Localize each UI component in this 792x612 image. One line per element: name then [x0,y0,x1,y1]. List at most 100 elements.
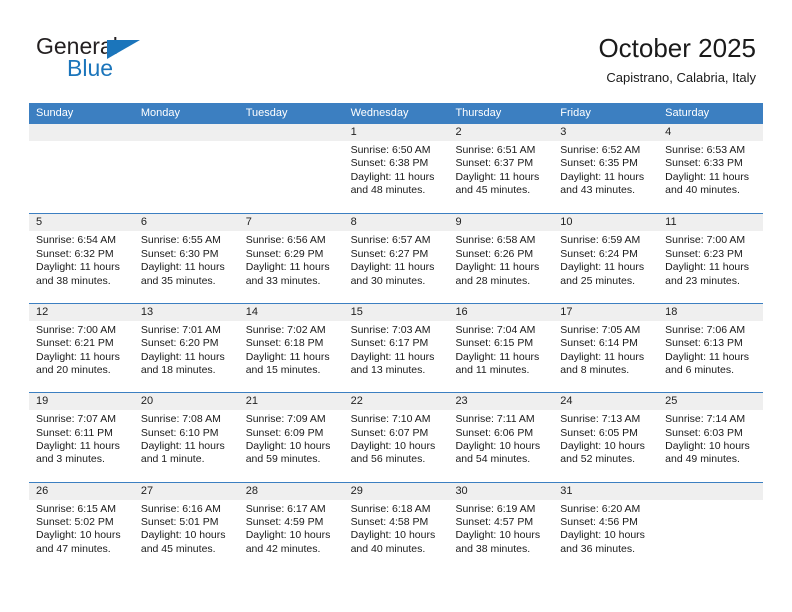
calendar-day-cell[interactable]: 16 Sunrise: 7:04 AM Sunset: 6:15 PM Dayligh… [448,303,554,393]
calendar-day-cell[interactable]: 10 Sunrise: 6:59 AM Sunset: 6:24 PM Dayligh… [553,214,659,303]
day-number [658,482,764,500]
day-detail-line: and 40 minutes. [350,542,426,555]
calendar-day-cell[interactable]: 30 Sunrise: 6:19 AM Sunset: 4:57 PM Dayligh… [448,482,554,571]
day-detail-line: Sunrise: 7:09 AM [245,413,326,426]
day-detail-line: Daylight: 10 hours [455,529,541,542]
day-detail-line: Sunset: 6:38 PM [350,157,429,170]
calendar-day-cell[interactable]: 17 Sunrise: 7:05 AM Sunset: 6:14 PM Dayligh… [553,303,659,393]
day-detail-line: Sunset: 5:02 PM [36,515,114,528]
day-detail-line: and 38 minutes. [455,542,531,555]
day-detail-line: and 43 minutes. [560,184,636,197]
calendar-day-cell[interactable]: 24 Sunrise: 7:13 AM Sunset: 6:05 PM Dayligh… [553,393,659,482]
day-details: Sunrise: 7:13 AM Sunset: 6:05 PM Daylight:… [553,410,658,467]
calendar-day-cell[interactable]: 25 Sunrise: 7:14 AM Sunset: 6:03 PM Dayligh… [658,393,764,482]
calendar-day-cell[interactable]: 20 Sunrise: 7:08 AM Sunset: 6:10 PM Dayligh… [133,393,239,482]
day-detail-line: Sunrise: 6:16 AM [140,502,221,515]
calendar-day-cell[interactable]: 2 Sunrise: 6:51 AM Sunset: 6:37 PM Daylight… [448,124,554,214]
day-details: Sunrise: 7:03 AM Sunset: 6:17 PM Daylight:… [344,321,449,378]
day-detail-line: and 35 minutes. [140,274,216,287]
calendar-day-cell[interactable]: 12 Sunrise: 7:00 AM Sunset: 6:21 PM Dayligh… [29,303,134,393]
day-detail-line: Sunset: 6:05 PM [560,426,638,439]
day-details: Sunrise: 7:10 AM Sunset: 6:07 PM Daylight:… [344,410,449,467]
calendar-day-cell[interactable]: 19 Sunrise: 7:07 AM Sunset: 6:11 PM Dayligh… [29,393,134,482]
calendar-day-cell[interactable]: 3 Sunrise: 6:52 AM Sunset: 6:35 PM Daylight… [553,124,659,214]
day-number: 19 [29,393,134,411]
day-detail-line: Daylight: 10 hours [455,439,541,452]
day-details: Sunrise: 6:53 AM Sunset: 6:33 PM Daylight:… [658,141,763,198]
calendar-day-cell[interactable]: 27 Sunrise: 6:16 AM Sunset: 5:01 PM Dayligh… [133,482,239,571]
day-detail-line: Sunrise: 6:53 AM [665,144,746,156]
calendar-day-cell[interactable]: 4 Sunrise: 6:53 AM Sunset: 6:33 PM Daylight… [658,124,764,214]
calendar-day-cell[interactable]: 15 Sunrise: 7:03 AM Sunset: 6:17 PM Dayligh… [343,303,449,393]
calendar-day-cell[interactable]: 29 Sunrise: 6:18 AM Sunset: 4:58 PM Dayligh… [343,482,449,571]
day-detail-line: Daylight: 11 hours [560,350,645,363]
day-detail-line: Sunrise: 6:17 AM [245,502,326,515]
day-detail-line: Sunset: 6:20 PM [140,337,219,350]
day-detail-line: Sunrise: 6:56 AM [245,234,326,247]
day-detail-line: Sunset: 6:15 PM [455,337,534,350]
calendar-day-empty [658,482,764,571]
calendar-day-cell[interactable]: 8 Sunrise: 6:57 AM Sunset: 6:27 PM Daylight… [343,214,449,303]
day-detail-line: and 6 minutes. [665,364,735,376]
day-detail-line: Sunset: 6:14 PM [560,337,638,350]
day-number [238,124,344,141]
weekday-header-wednesday: Wednesday [350,107,409,119]
calendar-day-cell[interactable]: 6 Sunrise: 6:55 AM Sunset: 6:30 PM Daylight… [133,214,239,303]
day-detail-line: Sunset: 4:58 PM [350,515,429,528]
day-detail-line: and 3 minutes. [36,453,105,466]
day-detail-line: Sunset: 6:29 PM [245,247,324,260]
day-detail-line: Sunrise: 7:01 AM [140,323,221,336]
day-detail-line: Daylight: 11 hours [245,350,330,363]
day-details: Sunrise: 7:04 AM Sunset: 6:15 PM Daylight:… [448,321,553,378]
day-detail-line: Sunset: 6:09 PM [245,426,324,439]
day-number: 6 [133,214,239,232]
day-number: 30 [448,482,554,500]
calendar-day-cell[interactable]: 31 Sunrise: 6:20 AM Sunset: 4:56 PM Dayligh… [553,482,659,571]
general-blue-logo[interactable]: General Blue [36,33,236,89]
day-detail-line: Daylight: 11 hours [36,439,120,452]
calendar-day-cell[interactable]: 22 Sunrise: 7:10 AM Sunset: 6:07 PM Dayligh… [343,393,449,482]
day-detail-line: Sunrise: 6:55 AM [140,234,221,247]
day-detail-line: Sunset: 4:57 PM [455,515,534,528]
day-detail-line: Sunset: 6:27 PM [350,247,429,260]
calendar-day-cell[interactable]: 28 Sunrise: 6:17 AM Sunset: 4:59 PM Dayligh… [238,482,344,571]
day-details [658,500,763,503]
day-details: Sunrise: 7:07 AM Sunset: 6:11 PM Daylight:… [29,410,134,467]
calendar-day-empty [238,124,344,214]
day-detail-line: Sunset: 6:24 PM [560,247,638,260]
calendar-day-cell[interactable]: 26 Sunrise: 6:15 AM Sunset: 5:02 PM Dayligh… [29,482,134,571]
day-detail-line: and 13 minutes. [350,364,426,376]
day-detail-line: Sunrise: 6:19 AM [455,502,536,515]
calendar-day-cell[interactable]: 21 Sunrise: 7:09 AM Sunset: 6:09 PM Dayligh… [238,393,344,482]
day-detail-line: Sunset: 6:33 PM [665,157,743,170]
day-number: 27 [133,482,239,500]
day-details: Sunrise: 6:56 AM Sunset: 6:29 PM Daylight:… [239,231,344,288]
day-number [133,124,239,141]
calendar-day-cell[interactable]: 14 Sunrise: 7:02 AM Sunset: 6:18 PM Dayligh… [238,303,344,393]
calendar-day-cell[interactable]: 9 Sunrise: 6:58 AM Sunset: 6:26 PM Daylight… [448,214,554,303]
day-details: Sunrise: 6:58 AM Sunset: 6:26 PM Daylight:… [448,231,553,288]
weekday-header-monday: Monday [140,107,180,119]
day-details [239,141,344,144]
calendar-day-cell[interactable]: 1 Sunrise: 6:50 AM Sunset: 6:38 PM Daylight… [343,124,449,214]
calendar-day-cell[interactable]: 7 Sunrise: 6:56 AM Sunset: 6:29 PM Daylight… [238,214,344,303]
day-detail-line: Sunrise: 7:00 AM [36,323,116,336]
calendar-day-cell[interactable]: 23 Sunrise: 7:11 AM Sunset: 6:06 PM Dayligh… [448,393,554,482]
day-detail-line: Daylight: 11 hours [36,261,120,274]
day-detail-line: Sunrise: 6:59 AM [560,234,641,247]
day-detail-line: and 1 minute. [140,453,205,466]
day-detail-line: Sunrise: 7:13 AM [560,413,641,426]
calendar-day-cell[interactable]: 18 Sunrise: 7:06 AM Sunset: 6:13 PM Dayligh… [658,303,764,393]
day-detail-line: Sunset: 6:17 PM [350,337,429,350]
day-details: Sunrise: 7:11 AM Sunset: 6:06 PM Daylight:… [448,410,553,467]
calendar-day-cell[interactable]: 5 Sunrise: 6:54 AM Sunset: 6:32 PM Daylight… [29,214,134,303]
calendar-day-cell[interactable]: 13 Sunrise: 7:01 AM Sunset: 6:20 PM Dayligh… [133,303,239,393]
day-detail-line: Sunrise: 6:18 AM [350,502,431,515]
day-details: Sunrise: 7:00 AM Sunset: 6:21 PM Daylight:… [29,321,134,378]
day-detail-line: Sunset: 6:21 PM [36,337,114,350]
day-detail-line: Daylight: 11 hours [665,170,750,183]
day-number: 16 [448,303,554,321]
calendar-day-cell[interactable]: 11 Sunrise: 7:00 AM Sunset: 6:23 PM Dayligh… [658,214,764,303]
day-detail-line: Sunrise: 7:10 AM [350,413,431,426]
day-number: 4 [658,124,764,141]
